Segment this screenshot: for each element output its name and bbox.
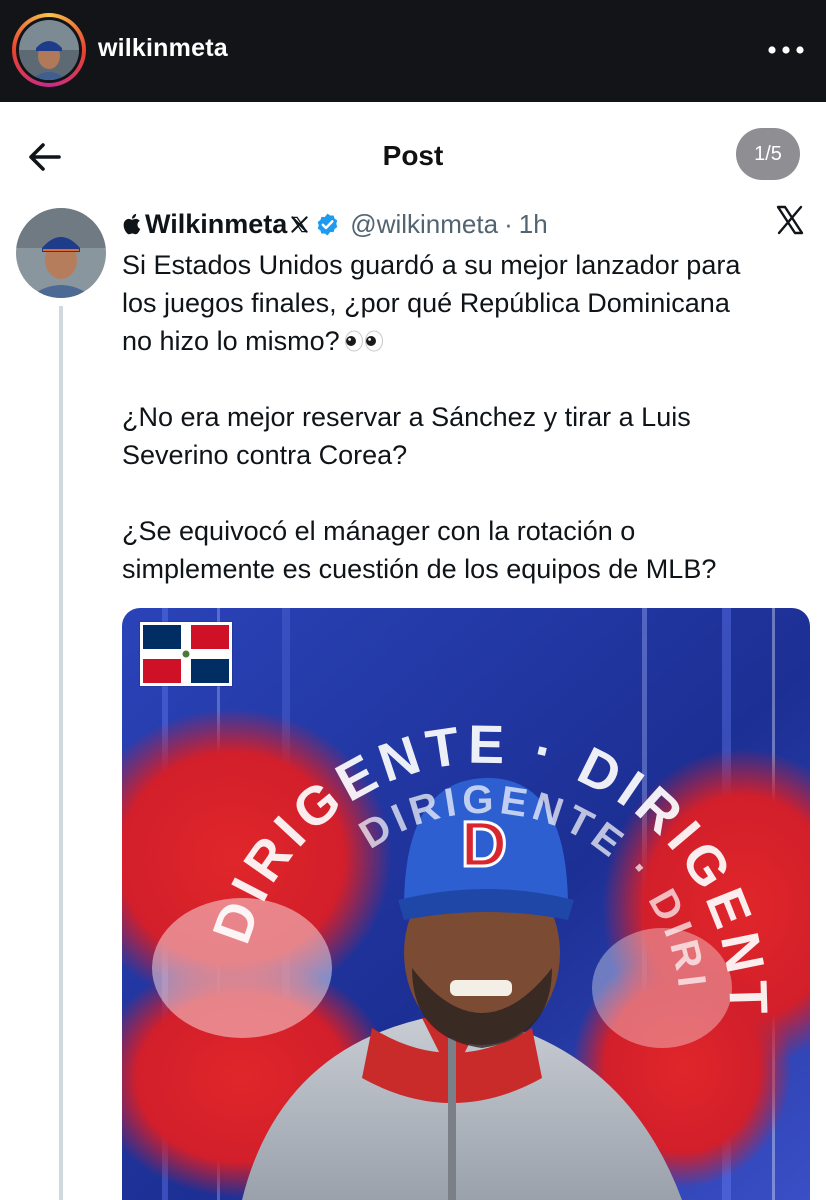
tweet-line-text: no hizo lo mismo? [122, 326, 340, 356]
instagram-top-bar: wilkinmeta [0, 0, 826, 102]
tweet-line: simplemente es cuestión de los equipos d… [122, 554, 717, 584]
dirigente-ring-text: DIRIGENTE · DIRIGENTE DIRIGENTE · DIRIGE… [122, 608, 772, 1021]
tweet-line: ¿No era mejor reservar a Sánchez y tirar… [122, 402, 691, 432]
tweet-line: Si Estados Unidos guardó a su mejor lanz… [122, 250, 741, 280]
tweet-line: los juegos finales, ¿por qué República D… [122, 288, 730, 318]
profile-photo-icon [16, 208, 106, 298]
timestamp[interactable]: 1h [519, 209, 548, 240]
profile-photo-icon [19, 20, 79, 80]
display-name[interactable]: Wilkinmeta [145, 209, 287, 240]
x-logo-icon [291, 215, 309, 233]
page-indicator: 1/5 [736, 128, 800, 180]
post-header: Post 1/5 [0, 102, 826, 200]
ig-username[interactable]: wilkinmeta [98, 34, 228, 63]
eyes-emoji-icon [344, 330, 383, 352]
page-title: Post [382, 140, 444, 171]
thread-line [59, 306, 63, 1200]
tweet-line: ¿Se equivocó el mánager con la rotación … [122, 516, 636, 546]
tweet-media-image[interactable]: D DIRIGENTE · DIRIGENTE DIRIGENTE · DIRI… [122, 608, 810, 1200]
tweet-line: no hizo lo mismo? [122, 322, 812, 360]
tweet-avatar[interactable] [16, 208, 106, 298]
avatar[interactable] [19, 20, 79, 80]
x-logo-icon[interactable] [774, 204, 806, 236]
separator: · [504, 208, 513, 239]
apple-icon [123, 213, 141, 235]
story-ring[interactable] [12, 13, 86, 87]
dominican-republic-flag-icon [140, 622, 232, 686]
tweet-text: Si Estados Unidos guardó a su mejor lanz… [122, 246, 812, 588]
more-dots-icon[interactable] [766, 38, 806, 62]
tweet-line: Severino contra Corea? [122, 440, 408, 470]
tweet-header: Wilkinmeta @wilkinmeta · 1h [122, 206, 548, 242]
verified-badge-icon [318, 213, 338, 235]
handle[interactable]: @wilkinmeta [350, 209, 498, 240]
